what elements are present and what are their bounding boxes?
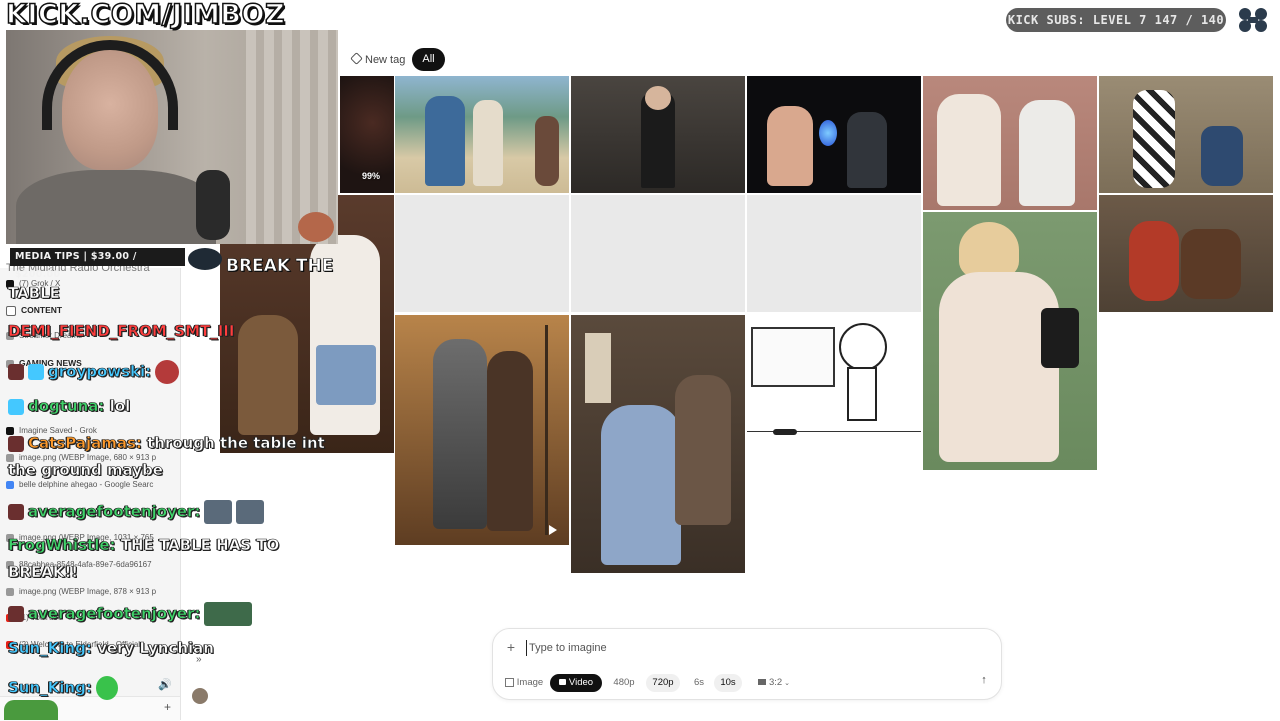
gallery-placeholder (747, 195, 921, 312)
gallery-placeholder (571, 195, 745, 312)
chat-message: groypowski: (8, 360, 180, 384)
chat-message: Sun_King: (8, 676, 118, 700)
mode-image-button[interactable]: Image (502, 674, 546, 692)
chat-text: through the table int (147, 434, 325, 453)
emote-icon (204, 500, 233, 524)
emote-icon (236, 500, 265, 524)
emote-icon (95, 676, 118, 700)
subs-counter: KICK SUBS: LEVEL 7 147 / 140 (1006, 8, 1226, 32)
avatar[interactable] (192, 688, 208, 704)
channel-banner: KICK.COM/JIMBOZ (5, 0, 286, 30)
chat-text: lol (109, 397, 131, 416)
gallery-item[interactable] (747, 315, 921, 445)
chat-username: averagefootenjoyer: (28, 502, 201, 521)
chat-message: CatsPajamas: through the table int (8, 434, 325, 452)
submit-arrow-icon[interactable]: ↑ (976, 672, 992, 688)
chat-message: the ground maybe (8, 461, 164, 480)
chat-message: averagefootenjoyer: (8, 602, 253, 626)
gallery-item[interactable] (1099, 195, 1273, 312)
sidebar-folder[interactable]: CONTENT (6, 304, 178, 316)
chat-message: Sun_King: very Lynchian (8, 639, 215, 658)
emote-icon (155, 360, 180, 384)
badge-icon (8, 435, 24, 452)
chat-username: CatsPajamas: (28, 434, 142, 453)
folder-icon (6, 305, 16, 316)
duration-6s-button[interactable]: 6s (688, 674, 710, 692)
aspect-icon (757, 679, 766, 686)
video-icon (558, 679, 566, 686)
gallery-item[interactable] (571, 315, 745, 573)
add-icon[interactable]: + (164, 700, 176, 714)
chat-text: THE TABLE HAS TO (120, 536, 280, 555)
badge-icon (8, 398, 24, 415)
duration-10s-button[interactable]: 10s (714, 674, 742, 692)
media-tips-bar: MEDIA TIPS | $39.00 / $200.00 (10, 248, 185, 280)
mode-video-button[interactable]: Video (550, 674, 602, 692)
tag-icon (350, 52, 363, 65)
microphone (196, 170, 230, 240)
badge-icon (28, 364, 44, 380)
sidebar-item[interactable]: belle delphine ahegao - Google Searc (6, 479, 178, 491)
chevron-down-icon: ⌄ (784, 680, 791, 687)
resolution-480-button[interactable]: 480p (608, 674, 640, 692)
new-tag-button[interactable]: New tag (344, 50, 413, 70)
tip-icon (188, 248, 222, 270)
kick-logo-icon (1236, 6, 1270, 34)
badge-icon (8, 504, 24, 520)
chat-username: DEMI_FIEND_FROM_SMT_III (8, 322, 235, 341)
chat-message: averagefootenjoyer: (8, 500, 265, 524)
gallery-item[interactable] (395, 76, 569, 193)
badge-icon (8, 364, 24, 380)
chat-message: dogtuna: lol (8, 397, 131, 416)
gallery-item[interactable]: 99% (340, 76, 394, 193)
image-icon (6, 587, 14, 596)
progress-label: 99% (362, 171, 381, 181)
prompt-input[interactable] (526, 640, 959, 656)
gallery-item[interactable] (571, 76, 745, 193)
webcam-feed (6, 30, 338, 244)
chat-username: averagefootenjoyer: (28, 604, 201, 623)
chat-username: Sun_King: (8, 639, 92, 658)
sidebar-item[interactable]: image.png (WEBP Image, 878 × 913 p (6, 586, 178, 598)
play-icon (549, 525, 557, 535)
chat-username: TABLE (8, 284, 61, 303)
chat-text: the ground maybe (8, 461, 164, 480)
google-icon (6, 480, 14, 489)
gallery-placeholder (395, 195, 569, 312)
resolution-720-button[interactable]: 720p (646, 674, 680, 692)
emote-icon (204, 602, 253, 626)
gallery-item[interactable] (747, 76, 921, 193)
chat-username: FrogWhistle: (8, 536, 116, 555)
chat-username: dogtuna: (28, 397, 105, 416)
chat-message: FrogWhistle: THE TABLE HAS TO (8, 536, 280, 555)
video-caption: BREAK THE (226, 256, 334, 277)
gallery-item[interactable] (395, 315, 569, 545)
attach-button[interactable]: + (504, 640, 518, 654)
gallery-item[interactable] (923, 76, 1097, 210)
chat-username: Sun_King: (8, 678, 92, 697)
aspect-ratio-select[interactable]: 3:2 ⌄ (750, 674, 798, 692)
avatar-sticker (298, 212, 334, 242)
chat-text: very Lynchian (97, 639, 214, 658)
chat-username: groypowski: (48, 362, 152, 381)
tab-all[interactable]: All (412, 48, 445, 71)
volume-icon[interactable]: 🔊 (158, 678, 172, 691)
pepe-emote-icon (4, 700, 58, 720)
gallery-item[interactable] (923, 212, 1097, 470)
gallery-item[interactable] (1099, 76, 1273, 193)
chat-text: BREAK!! (8, 563, 79, 582)
image-icon (504, 677, 514, 687)
chat-message: TABLE (8, 284, 61, 303)
badge-icon (8, 606, 24, 622)
chat-message: BREAK!! (8, 563, 79, 582)
chat-message: DEMI_FIEND_FROM_SMT_III (8, 322, 235, 341)
